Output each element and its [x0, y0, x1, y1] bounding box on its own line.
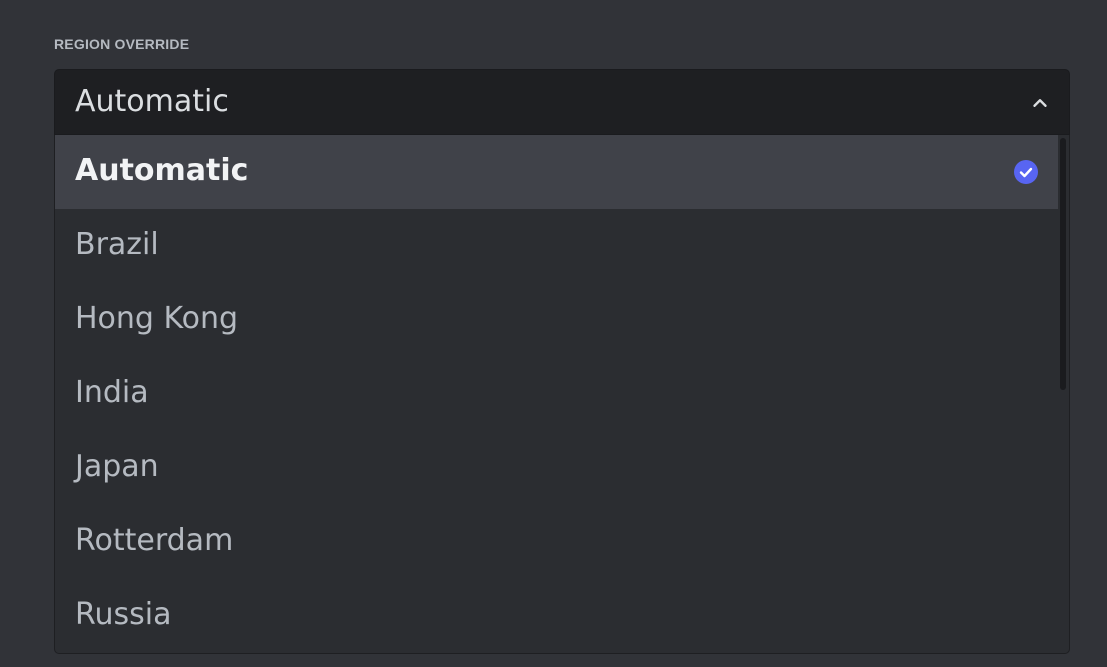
region-dropdown-menu: Automatic Brazil Hong Kong India Japan R…: [54, 135, 1070, 654]
region-select-value: Automatic: [75, 84, 229, 119]
chevron-up-icon[interactable]: [1029, 92, 1051, 114]
region-option-russia[interactable]: Russia: [55, 579, 1058, 653]
region-option-japan[interactable]: Japan: [55, 431, 1058, 505]
region-option-rotterdam[interactable]: Rotterdam: [55, 505, 1058, 579]
region-select[interactable]: Automatic: [54, 69, 1070, 135]
region-option-brazil[interactable]: Brazil: [55, 209, 1058, 283]
option-label: Automatic: [75, 153, 249, 188]
region-option-hong-kong[interactable]: Hong Kong: [55, 283, 1058, 357]
option-label: Hong Kong: [75, 301, 239, 336]
option-label: Japan: [75, 449, 159, 484]
region-option-india[interactable]: India: [55, 357, 1058, 431]
option-label: Russia: [75, 597, 172, 632]
option-label: Rotterdam: [75, 523, 234, 558]
option-label: Brazil: [75, 227, 159, 262]
check-circle-icon: [1014, 160, 1038, 184]
scrollbar-thumb[interactable]: [1060, 138, 1066, 390]
option-label: India: [75, 375, 149, 410]
region-option-automatic[interactable]: Automatic: [55, 135, 1058, 209]
dropdown-scrollbar[interactable]: [1060, 138, 1066, 650]
region-override-label: REGION OVERRIDE: [54, 36, 190, 52]
